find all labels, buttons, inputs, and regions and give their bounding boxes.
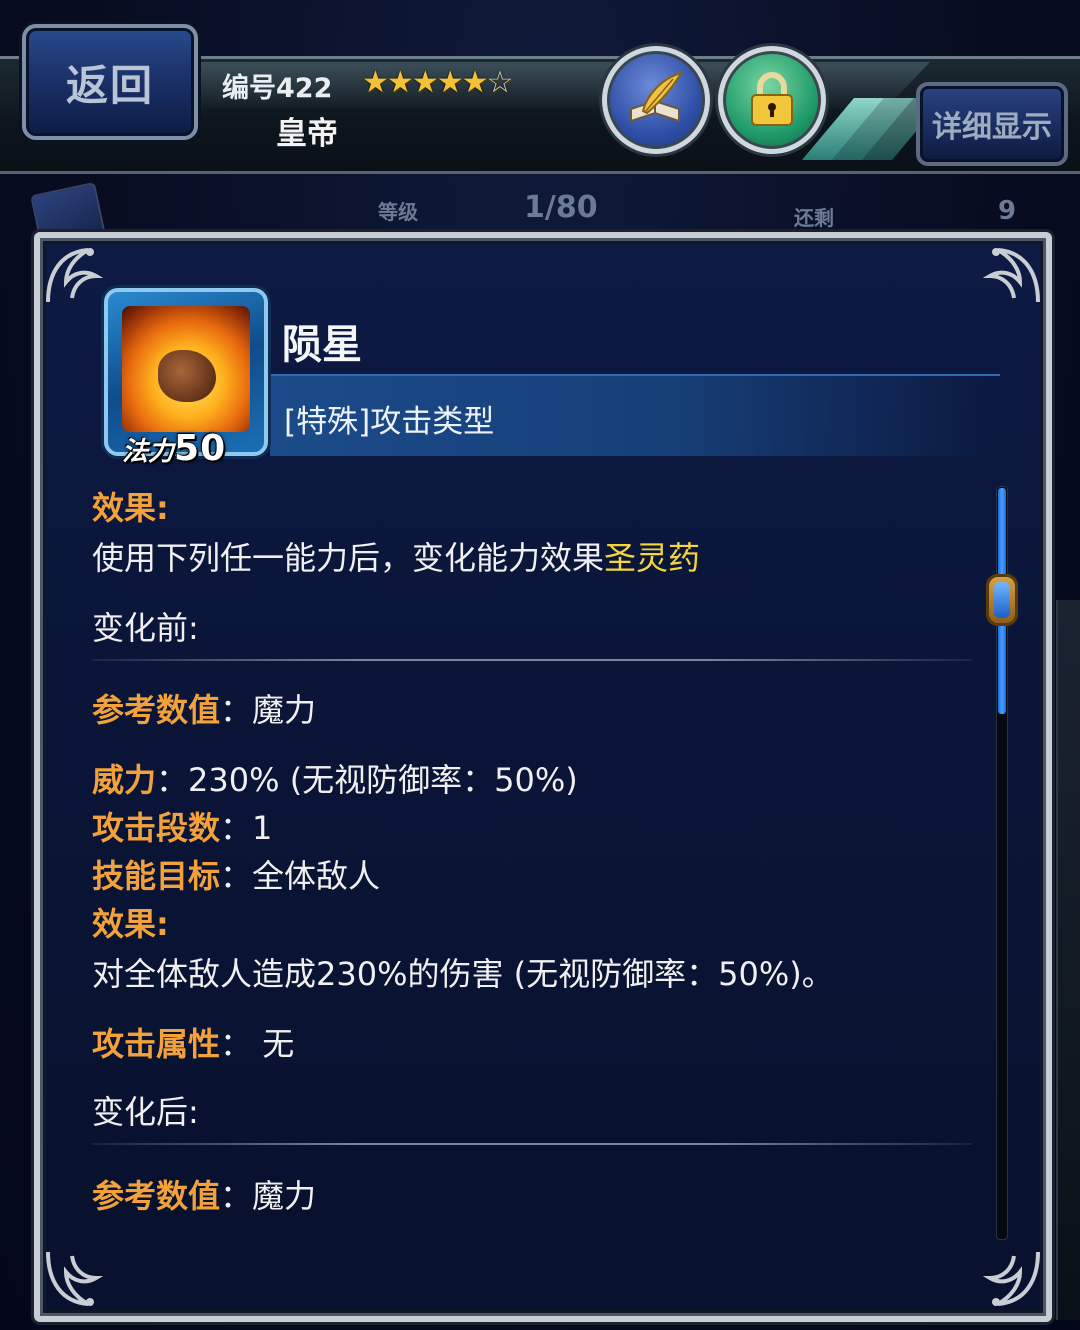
level-value: 1/80 <box>524 190 598 225</box>
corner-ornament-icon <box>982 248 1040 303</box>
corner-ornament-icon <box>46 1251 104 1306</box>
after-ref-stat: 参考数值：魔力 <box>92 1177 317 1215</box>
mp-cost: 法力50 <box>122 428 226 469</box>
before-target: 技能目标：全体敌人 <box>92 857 381 895</box>
section-divider <box>92 659 972 661</box>
before-effect-heading: 效果: <box>92 905 169 943</box>
meteor-rock <box>158 350 216 402</box>
after-heading: 变化后: <box>92 1093 199 1131</box>
back-button[interactable]: 返回 <box>22 24 198 140</box>
section-divider <box>92 1143 972 1145</box>
before-power: 威力：230% (无视防御率：50%) <box>92 761 578 799</box>
before-ref-stat: 参考数值：魔力 <box>92 691 317 729</box>
skill-name: 陨星 <box>282 322 362 368</box>
remaining-label: 还剩 <box>794 206 834 230</box>
detail-view-button[interactable]: 详细显示 <box>916 82 1068 166</box>
corner-ornament-icon <box>982 1251 1040 1306</box>
star-empty-icon: ☆ <box>486 65 514 100</box>
skill-detail-screen: 等级 1/80 还剩 9 返回 编号422 ★★★★★☆ 皇帝 详细显示 法力5… <box>0 0 1080 1330</box>
star-filled-icon: ★ <box>461 65 489 100</box>
lock-button[interactable] <box>718 46 826 154</box>
mp-value: 50 <box>174 428 227 469</box>
unit-number: 编号422 <box>222 73 333 104</box>
notes-button[interactable] <box>602 46 710 154</box>
quill-book-icon <box>630 71 684 123</box>
before-element: 攻击属性： 无 <box>92 1025 295 1063</box>
padlock-icon <box>751 71 793 126</box>
scrollbar-gem <box>994 582 1010 618</box>
star-filled-icon: ★ <box>436 65 464 100</box>
meteor-icon <box>122 306 250 432</box>
level-label: 等级 <box>378 200 418 224</box>
before-heading: 变化前: <box>92 609 199 647</box>
scrollbar-thumb[interactable] <box>986 574 1018 626</box>
rarity-stars: ★★★★★☆ <box>362 65 514 100</box>
effect-heading: 效果: <box>92 489 169 527</box>
mp-label: 法力 <box>122 437 175 467</box>
effect-intro: 使用下列任一能力后，变化能力效果圣灵药 <box>92 539 701 577</box>
before-effect-text: 对全体敌人造成230%的伤害 (无视防御率：50%)。 <box>92 955 834 993</box>
star-filled-icon: ★ <box>386 65 414 100</box>
star-filled-icon: ★ <box>411 65 439 100</box>
before-hits: 攻击段数：1 <box>92 809 273 847</box>
star-filled-icon: ★ <box>362 65 389 100</box>
unit-name: 皇帝 <box>276 116 338 152</box>
highlight-skill-name: 圣灵药 <box>604 539 701 577</box>
remaining-value: 9 <box>998 196 1017 226</box>
background-side-strip <box>1056 600 1080 1320</box>
skill-type: [特殊]攻击类型 <box>284 404 495 440</box>
